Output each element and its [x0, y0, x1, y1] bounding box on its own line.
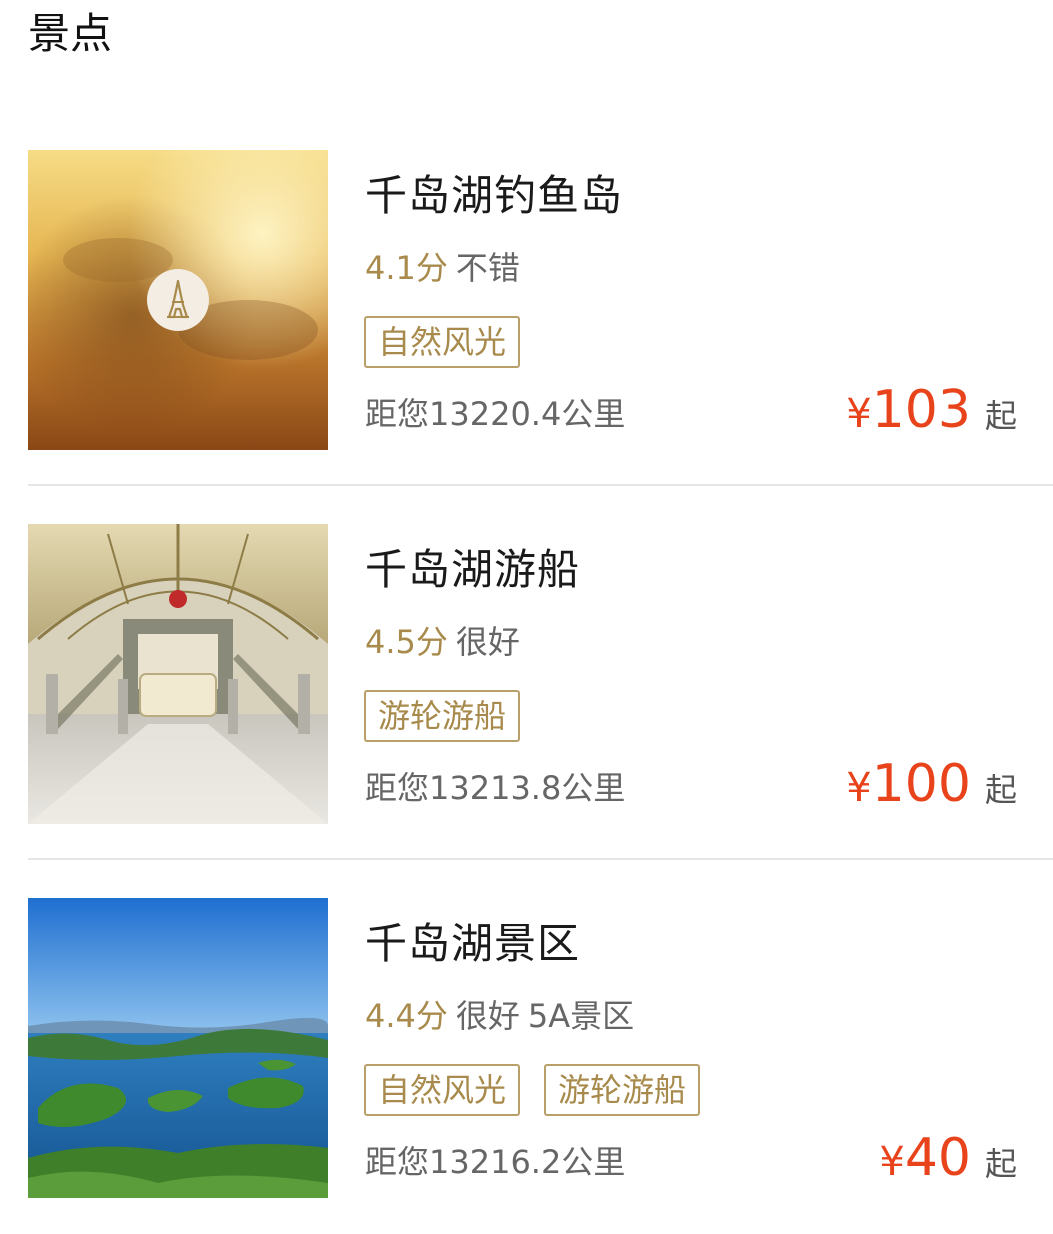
- category-tag: 自然风光: [364, 316, 521, 368]
- price-box: ¥ 40 起: [879, 1128, 1017, 1188]
- attraction-name[interactable]: 千岛湖钓鱼岛: [365, 168, 623, 224]
- price-value: 100: [871, 754, 971, 814]
- rating-score: 4.5分: [365, 623, 448, 661]
- distance-text: 距您13220.4公里: [365, 395, 626, 433]
- attraction-card[interactable]: 千岛湖钓鱼岛 4.1分 不错 自然风光 距您13220.4公里 ¥ 103 起: [0, 112, 1053, 486]
- category-tag: 自然风光: [364, 1064, 521, 1116]
- section-title: 景点: [28, 9, 113, 58]
- price-value: 103: [871, 380, 971, 440]
- category-tag: 游轮游船: [364, 690, 521, 742]
- distance-text: 距您13213.8公里: [365, 769, 626, 807]
- rating-row: 4.4分 很好 5A景区: [365, 996, 634, 1036]
- price-suffix: 起: [984, 397, 1017, 435]
- rating-row: 4.1分 不错: [365, 248, 520, 288]
- distance-text: 距您13216.2公里: [365, 1143, 626, 1181]
- attraction-name[interactable]: 千岛湖景区: [365, 916, 580, 972]
- category-tag: 游轮游船: [544, 1064, 701, 1116]
- price-box: ¥ 103 起: [846, 380, 1017, 440]
- rating-verdict: 不错: [455, 249, 520, 287]
- price-suffix: 起: [984, 1145, 1017, 1183]
- currency-symbol: ¥: [846, 391, 872, 437]
- tag-list: 自然风光: [364, 316, 521, 368]
- rating-verdict: 很好: [455, 997, 520, 1035]
- tower-icon: [147, 269, 209, 331]
- attraction-card[interactable]: 千岛湖景区 4.4分 很好 5A景区 自然风光 游轮游船 距您13216.2公里 ¥…: [0, 860, 1053, 1234]
- scenic-level: 5A景区: [527, 997, 635, 1035]
- rating-score: 4.4分: [365, 997, 448, 1035]
- currency-symbol: ¥: [879, 1139, 905, 1185]
- attraction-thumbnail[interactable]: [28, 898, 328, 1198]
- tag-list: 游轮游船: [364, 690, 521, 742]
- currency-symbol: ¥: [846, 765, 872, 811]
- attraction-thumbnail[interactable]: [28, 524, 328, 824]
- rating-verdict: 很好: [455, 623, 520, 661]
- attraction-thumbnail[interactable]: [28, 150, 328, 450]
- rating-row: 4.5分 很好: [365, 622, 520, 662]
- rating-score: 4.1分: [365, 249, 448, 287]
- price-box: ¥ 100 起: [846, 754, 1017, 814]
- price-value: 40: [904, 1128, 971, 1188]
- attraction-card[interactable]: 千岛湖游船 4.5分 很好 游轮游船 距您13213.8公里 ¥ 100 起: [0, 486, 1053, 860]
- tag-list: 自然风光 游轮游船: [364, 1064, 701, 1116]
- price-suffix: 起: [984, 771, 1017, 809]
- attraction-name[interactable]: 千岛湖游船: [365, 542, 580, 598]
